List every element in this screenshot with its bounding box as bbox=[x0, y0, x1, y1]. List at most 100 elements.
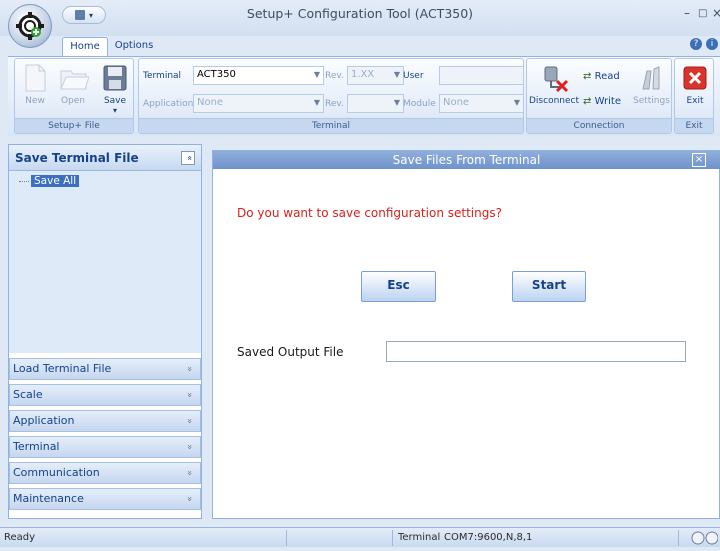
application-label: Application bbox=[143, 99, 194, 109]
disconnect-icon bbox=[539, 63, 569, 93]
nav-section-terminal[interactable]: Terminal » bbox=[9, 436, 201, 458]
chevron-down-icon: ▼ bbox=[313, 70, 320, 79]
nav-section-label: Scale bbox=[13, 388, 43, 401]
nav-section-scale[interactable]: Scale » bbox=[9, 384, 201, 406]
nav-section-label: Load Terminal File bbox=[13, 362, 112, 375]
rev1-value: 1.XX bbox=[351, 69, 375, 80]
status-terminal-label: Terminal bbox=[398, 532, 441, 543]
minimize-button[interactable]: – bbox=[684, 6, 690, 20]
panel-header: Save Terminal File « bbox=[9, 145, 201, 171]
nav-section-label: Communication bbox=[13, 466, 100, 479]
dialog-close-icon[interactable]: × bbox=[692, 153, 706, 167]
chevron-down-icon: ▼ bbox=[393, 70, 400, 79]
nav-section-communication[interactable]: Communication » bbox=[9, 462, 201, 484]
module-label: Module bbox=[403, 99, 436, 109]
chevron-down-icon: » bbox=[184, 444, 195, 450]
chevron-down-icon: ▼ bbox=[393, 98, 400, 107]
user-label: User bbox=[403, 71, 424, 81]
exit-button[interactable]: Exit bbox=[679, 63, 711, 106]
rev1-combo[interactable]: 1.XX ▼ bbox=[347, 66, 404, 85]
settings-label: Settings bbox=[633, 96, 670, 106]
application-value: None bbox=[197, 97, 224, 108]
nav-section-label: Terminal bbox=[13, 440, 60, 453]
chevron-down-icon: » bbox=[184, 366, 195, 372]
nav-section-application[interactable]: Application » bbox=[9, 410, 201, 432]
save-disk-icon bbox=[101, 63, 129, 93]
open-button[interactable]: Open bbox=[57, 63, 90, 106]
tab-options[interactable]: Options bbox=[112, 37, 156, 56]
new-file-icon bbox=[21, 63, 49, 93]
tree-view: Save All bbox=[9, 171, 201, 353]
app-logo-icon bbox=[16, 12, 44, 40]
save-button[interactable]: Save ▾ bbox=[99, 63, 131, 116]
disconnect-button[interactable]: Disconnect bbox=[529, 63, 579, 106]
window-title: Setup+ Configuration Tool (ACT350) bbox=[246, 6, 474, 21]
read-label: Read bbox=[594, 71, 620, 82]
user-field[interactable] bbox=[439, 66, 524, 85]
status-separator bbox=[678, 530, 679, 546]
nav-section-label: Application bbox=[13, 414, 75, 427]
quick-save-icon[interactable] bbox=[74, 10, 85, 20]
app-menu-button[interactable] bbox=[8, 4, 52, 48]
chevron-down-icon: ▼ bbox=[313, 98, 320, 107]
rev2-combo[interactable]: ▼ bbox=[347, 94, 404, 113]
status-separator bbox=[286, 530, 287, 546]
settings-button[interactable]: Settings bbox=[633, 63, 670, 106]
esc-button[interactable]: Esc bbox=[361, 271, 436, 302]
rev1-label: Rev. bbox=[325, 71, 344, 81]
setup-file-group: New Open Save ▾ Setup+ File bbox=[14, 58, 134, 134]
tree-connector bbox=[19, 181, 29, 182]
tree-item-save-all[interactable]: Save All bbox=[31, 175, 80, 187]
start-button[interactable]: Start bbox=[512, 271, 586, 302]
nav-section-label: Maintenance bbox=[13, 492, 84, 505]
maximize-button[interactable]: □ bbox=[698, 8, 707, 19]
chevron-down-icon: » bbox=[184, 418, 195, 424]
write-button[interactable]: ⇄ Write bbox=[583, 96, 631, 107]
close-button[interactable]: × bbox=[712, 6, 720, 20]
tab-home[interactable]: Home bbox=[62, 37, 108, 56]
open-folder-icon bbox=[59, 63, 90, 93]
terminal-label: Terminal bbox=[143, 71, 182, 81]
connection-group: Disconnect ⇄ Read ⇄ Write Settings Conne… bbox=[526, 58, 672, 134]
view-toggle-icon[interactable] bbox=[690, 530, 719, 545]
dialog-title: Save Files From Terminal bbox=[392, 153, 541, 167]
new-label: New bbox=[25, 96, 45, 106]
collapse-icon[interactable]: « bbox=[181, 151, 195, 165]
output-file-field[interactable] bbox=[386, 341, 686, 362]
confirmation-question: Do you want to save configuration settin… bbox=[237, 206, 502, 220]
help-icons: ? i bbox=[690, 38, 718, 50]
write-icon: ⇄ bbox=[583, 96, 592, 107]
chevron-down-icon: » bbox=[184, 470, 195, 476]
quick-access-toolbar[interactable]: ▾ bbox=[62, 6, 106, 24]
terminal-group-label: Terminal bbox=[139, 118, 523, 133]
dialog-title-bar: Save Files From Terminal × bbox=[213, 151, 720, 169]
open-label: Open bbox=[60, 96, 86, 106]
rev2-label: Rev. bbox=[325, 99, 344, 109]
settings-tools-icon bbox=[637, 63, 665, 93]
panel-title: Save Terminal File bbox=[15, 151, 139, 165]
chevron-down-icon[interactable]: ▾ bbox=[89, 11, 93, 20]
save-dropdown-icon[interactable]: ▾ bbox=[113, 106, 117, 115]
chevron-down-icon: ▼ bbox=[513, 98, 520, 107]
chevron-down-icon: » bbox=[184, 392, 195, 398]
read-button[interactable]: ⇄ Read bbox=[583, 71, 631, 82]
nav-section-maintenance[interactable]: Maintenance » bbox=[9, 488, 201, 510]
save-label: Save bbox=[103, 96, 127, 106]
help-icon[interactable]: ? bbox=[690, 38, 702, 50]
terminal-value: ACT350 bbox=[197, 69, 236, 80]
setup-file-group-label: Setup+ File bbox=[15, 118, 133, 133]
write-label: Write bbox=[594, 96, 621, 107]
terminal-combo[interactable]: ACT350 ▼ bbox=[193, 66, 324, 85]
status-text: Ready bbox=[4, 532, 36, 543]
connection-group-label: Connection bbox=[527, 118, 671, 133]
module-combo[interactable]: None ▼ bbox=[439, 94, 524, 113]
new-button[interactable]: New bbox=[19, 63, 51, 106]
status-bar: Ready Terminal COM7:9600,N,8,1 bbox=[0, 527, 720, 547]
exit-group-label: Exit bbox=[675, 118, 713, 133]
nav-section-load-terminal-file[interactable]: Load Terminal File » bbox=[9, 358, 201, 380]
status-port-settings: COM7:9600,N,8,1 bbox=[444, 532, 533, 543]
output-file-label: Saved Output File bbox=[237, 345, 344, 359]
info-icon[interactable]: i bbox=[706, 38, 718, 50]
disconnect-label: Disconnect bbox=[529, 96, 579, 106]
application-combo[interactable]: None ▼ bbox=[193, 94, 324, 113]
